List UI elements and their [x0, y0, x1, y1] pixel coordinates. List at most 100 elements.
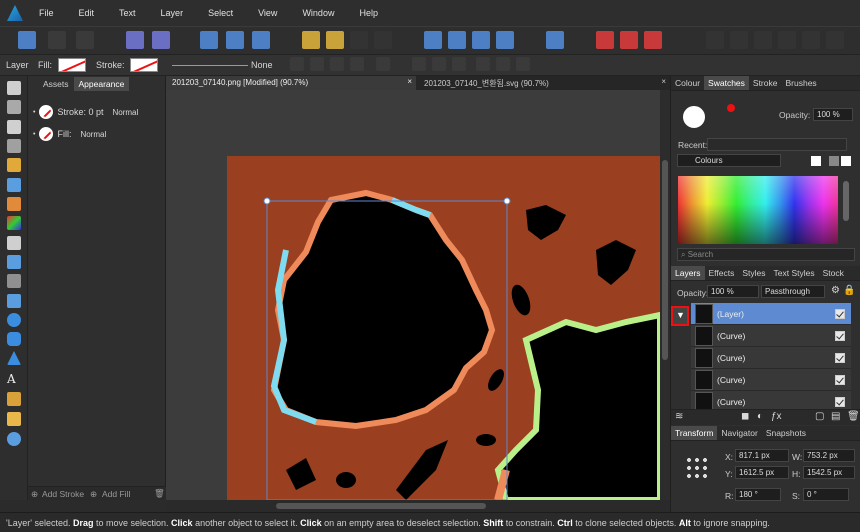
vertical-scroll-thumb[interactable]: [662, 160, 668, 360]
tab-styles[interactable]: Styles: [738, 266, 769, 280]
transform-x-field[interactable]: 817.1 px: [735, 449, 789, 462]
tab-swatches[interactable]: Swatches: [704, 76, 749, 90]
fill-stroke-indicator[interactable]: [683, 106, 705, 128]
layers-opacity-field[interactable]: 100 %: [707, 285, 759, 298]
appearance-fill-row[interactable]: • Fill: Normal: [33, 127, 106, 141]
menu-help[interactable]: Help: [359, 8, 378, 18]
selection-handle-top-right[interactable]: [503, 197, 511, 205]
rounded-rect-tool-icon[interactable]: [7, 332, 21, 346]
boolean-subtract-icon[interactable]: [620, 31, 638, 49]
align-left-icon[interactable]: [412, 57, 426, 71]
transform-r-field[interactable]: 180 °: [735, 488, 781, 501]
tab-transform[interactable]: Transform: [671, 426, 718, 440]
swatch-opacity-field[interactable]: 100 %: [813, 108, 853, 121]
layers-settings-gear-icon[interactable]: ⚙: [831, 285, 840, 296]
horizontal-scroll-thumb[interactable]: [276, 503, 486, 509]
appearance-stroke-row[interactable]: • Stroke: 0 pt Normal: [33, 105, 138, 119]
layers-stack-icon[interactable]: ≋: [675, 411, 683, 422]
transform-origin-icon[interactable]: [290, 57, 304, 71]
layer-visibility-checkbox[interactable]: [835, 308, 845, 319]
rotate-right-icon[interactable]: [496, 31, 514, 49]
fill-blend-mode[interactable]: Normal: [80, 130, 106, 139]
layers-lock-icon[interactable]: 🔒: [843, 285, 855, 296]
transform-h-field[interactable]: 1542.5 px: [803, 466, 855, 479]
tab-assets[interactable]: Assets: [38, 77, 74, 91]
pixel-persona-icon[interactable]: [48, 31, 66, 49]
tab-snapshots[interactable]: Snapshots: [762, 426, 810, 440]
tab-text-styles[interactable]: Text Styles: [770, 266, 819, 280]
tab-stroke[interactable]: Stroke: [749, 76, 782, 90]
node-tool-icon[interactable]: [7, 120, 21, 134]
group-icon[interactable]: ▤: [831, 411, 840, 422]
tab-layers[interactable]: Layers: [671, 266, 705, 280]
menu-window[interactable]: Window: [302, 8, 334, 18]
transform-y-field[interactable]: 1612.5 px: [735, 466, 789, 479]
expand-fill-icon[interactable]: •: [33, 131, 35, 138]
layer-row[interactable]: (Curve): [691, 347, 851, 369]
stroke-none-icon[interactable]: [39, 105, 54, 119]
adjustment-icon[interactable]: ◐: [757, 411, 763, 422]
doc-tab-svg[interactable]: 201203_07140_변환됨.svg (90.7%) ×: [418, 76, 670, 90]
swatch-search-input[interactable]: ⌕ Search: [677, 248, 855, 261]
mask-layer-icon[interactable]: ◼: [741, 411, 749, 422]
expand-stroke-icon[interactable]: •: [33, 109, 35, 116]
menu-file[interactable]: File: [39, 8, 54, 18]
flip-horizontal-icon[interactable]: [424, 31, 442, 49]
tab-stock[interactable]: Stock: [819, 266, 848, 280]
bbox-icon[interactable]: [330, 57, 344, 71]
align-icon[interactable]: [546, 31, 564, 49]
small-leaf-8[interactable]: [336, 472, 356, 488]
tab-appearance[interactable]: Appearance: [73, 77, 130, 91]
color-palette-grid[interactable]: [678, 176, 838, 244]
new-layer-icon[interactable]: ▢: [815, 411, 824, 422]
layer-visibility-checkbox[interactable]: [835, 330, 845, 341]
text-tool-icon[interactable]: A: [7, 372, 21, 386]
transform-w-field[interactable]: 753.2 px: [803, 449, 855, 462]
doc-tab-png-close-icon[interactable]: ×: [407, 77, 412, 86]
flip-vertical-icon[interactable]: [448, 31, 466, 49]
transparency-tool-icon[interactable]: [7, 236, 21, 250]
horizontal-scrollbar[interactable]: [166, 500, 670, 512]
tab-colour[interactable]: Colour: [671, 76, 704, 90]
fill-swatch[interactable]: [58, 58, 86, 72]
arrange-back-icon[interactable]: [302, 31, 320, 49]
layer-row[interactable]: (Curve): [691, 325, 851, 347]
vertical-scrollbar[interactable]: [660, 90, 670, 500]
share-icon[interactable]: [76, 31, 94, 49]
palette-scroll-thumb[interactable]: [843, 181, 849, 221]
snap-center-icon[interactable]: [226, 31, 244, 49]
triangle-tool-icon[interactable]: [7, 351, 21, 365]
artboard-tool-icon[interactable]: [7, 100, 21, 114]
anchor-grid-icon[interactable]: [685, 456, 709, 480]
corner-tool-icon[interactable]: [7, 139, 21, 153]
zoom-tool-icon[interactable]: [7, 432, 21, 446]
fill-none-icon[interactable]: [39, 127, 54, 141]
small-leaf-5[interactable]: [476, 434, 496, 446]
doc-tab-png[interactable]: 201203_07140.png [Modified] (90.7%) ×: [166, 76, 416, 90]
menu-text[interactable]: Text: [119, 8, 136, 18]
white-swatch[interactable]: [841, 156, 851, 166]
stroke-swatch[interactable]: [130, 58, 158, 72]
boolean-add-icon[interactable]: [596, 31, 614, 49]
layer-visibility-checkbox[interactable]: [835, 374, 845, 385]
gray-swatch[interactable]: [829, 156, 839, 166]
place-image-tool-icon[interactable]: [7, 255, 21, 269]
rectangle-tool-icon[interactable]: [7, 294, 21, 308]
tab-navigator[interactable]: Navigator: [717, 426, 761, 440]
view-icon[interactable]: [310, 57, 324, 71]
menu-view[interactable]: View: [258, 8, 277, 18]
add-fill-button[interactable]: Add Fill: [102, 489, 130, 499]
tab-effects[interactable]: Effects: [705, 266, 739, 280]
hand-tool-icon[interactable]: [7, 412, 21, 426]
doc-tab-svg-close-icon[interactable]: ×: [661, 77, 666, 86]
blend-mode-select[interactable]: Passthrough: [761, 285, 825, 298]
isolate-icon[interactable]: [126, 31, 144, 49]
align-middle-icon[interactable]: [496, 57, 510, 71]
expand-layer-toggle[interactable]: ▼: [671, 306, 689, 326]
tab-brushes[interactable]: Brushes: [781, 76, 820, 90]
stroke-blend-mode[interactable]: Normal: [112, 108, 138, 117]
snap-nodes-icon[interactable]: [252, 31, 270, 49]
delete-layer-icon[interactable]: 🗑: [847, 411, 860, 422]
align-bottom-icon[interactable]: [516, 57, 530, 71]
add-stroke-button[interactable]: Add Stroke: [42, 489, 84, 499]
